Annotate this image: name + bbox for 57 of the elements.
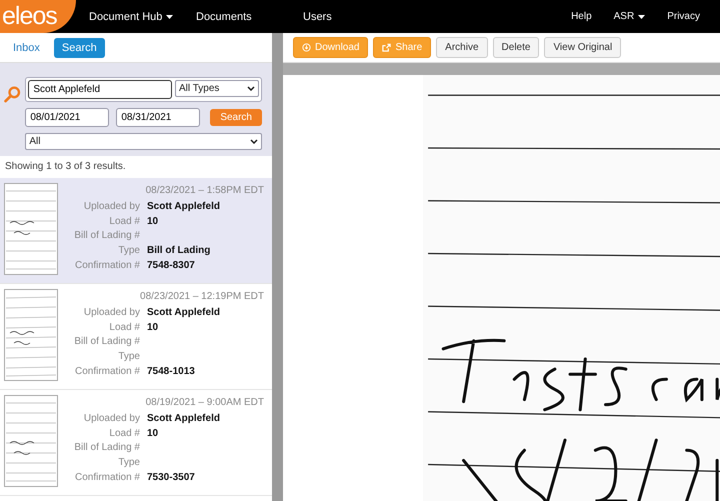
result-card[interactable]: 08/23/2021 – 1:58PM EDT Uploaded by Scott Applefeld Load # 10 Bill of Lading # Type Bill of Lading Confirmation # 7548-8307 xyxy=(0,178,272,284)
document-thumbnail[interactable] xyxy=(4,183,58,275)
nav-link[interactable]: Help xyxy=(571,11,592,22)
field-label: Confirmation # xyxy=(74,472,140,483)
field-value: Scott Applefeld xyxy=(147,306,220,318)
toolbar-button[interactable]: View Original xyxy=(544,37,622,58)
toolbar-button[interactable]: Delete xyxy=(492,37,540,58)
field-label: Uploaded by xyxy=(82,412,140,424)
document-thumbnail[interactable] xyxy=(4,289,58,381)
name-field[interactable]: Scott Applefeld xyxy=(28,80,172,99)
caret-icon xyxy=(166,14,174,18)
field-value: 7530-3507 xyxy=(147,472,195,483)
timestamp: 08/23/2021 – 1:58PM EDT xyxy=(144,185,264,196)
tab[interactable]: Inbox xyxy=(5,38,48,58)
chevron-icon xyxy=(247,86,255,91)
result-card[interactable]: 08/23/2021 – 12:19PM EDT Uploaded by Scott Applefeld Load # 10 Bill of Lading # Type Confirmation # 7548-1013 xyxy=(0,284,272,390)
field-label: Uploaded by xyxy=(82,306,140,318)
nav-link[interactable]: Users xyxy=(303,10,332,22)
caret-icon xyxy=(638,14,646,18)
field-value: 10 xyxy=(147,322,158,333)
nav-link[interactable]: ASR xyxy=(614,11,646,22)
field-label: Type xyxy=(117,350,140,362)
chevron-icon xyxy=(250,139,258,144)
field-value: 10 xyxy=(147,216,158,227)
document-thumbnail[interactable] xyxy=(4,395,58,487)
field-label: Load # xyxy=(108,216,140,227)
field-label: Type xyxy=(117,244,140,256)
field-value: 10 xyxy=(147,428,158,439)
field-label: Bill of Lading # xyxy=(73,442,140,454)
end-date-field[interactable]: 08/31/2021 xyxy=(116,108,200,127)
field-label: Load # xyxy=(108,428,140,439)
field-label: Load # xyxy=(108,322,140,333)
nav-link[interactable]: Documents xyxy=(196,10,303,22)
field-value: 7548-1013 xyxy=(147,366,195,377)
toolbar-button[interactable]: Archive xyxy=(436,37,488,58)
type-dropdown[interactable]: All Types xyxy=(175,80,259,97)
field-value: Scott Applefeld xyxy=(147,200,220,212)
tab[interactable]: Search xyxy=(54,38,105,58)
share-icon xyxy=(382,43,392,52)
nav-link[interactable]: Document Hub xyxy=(89,10,196,22)
download-icon xyxy=(302,43,311,52)
field-label: Confirmation # xyxy=(74,366,140,377)
field-value: Scott Applefeld xyxy=(147,412,220,424)
field-value: Bill of Lading xyxy=(147,244,210,256)
field-label: Confirmation # xyxy=(74,260,140,271)
field-label: Bill of Lading # xyxy=(73,336,140,348)
timestamp: 08/19/2021 – 9:00AM EDT xyxy=(144,397,264,408)
results-summary: Showing 1 to 3 of 3 results. xyxy=(4,160,127,174)
field-label: Type xyxy=(117,456,140,468)
result-card[interactable]: 08/19/2021 – 9:00AM EDT Uploaded by Scott Applefeld Load # 10 Bill of Lading # Type Confirmation # 7530-3507 xyxy=(0,390,272,496)
field-label: Uploaded by xyxy=(82,200,140,212)
field-label: Bill of Lading # xyxy=(73,230,140,242)
field-value: 7548-8307 xyxy=(147,260,195,271)
nav-link[interactable]: Privacy xyxy=(667,11,700,22)
timestamp: 08/23/2021 – 12:19PM EDT xyxy=(139,291,264,302)
start-date-field[interactable]: 08/01/2021 xyxy=(25,108,110,127)
status-dropdown[interactable]: All xyxy=(25,133,262,150)
